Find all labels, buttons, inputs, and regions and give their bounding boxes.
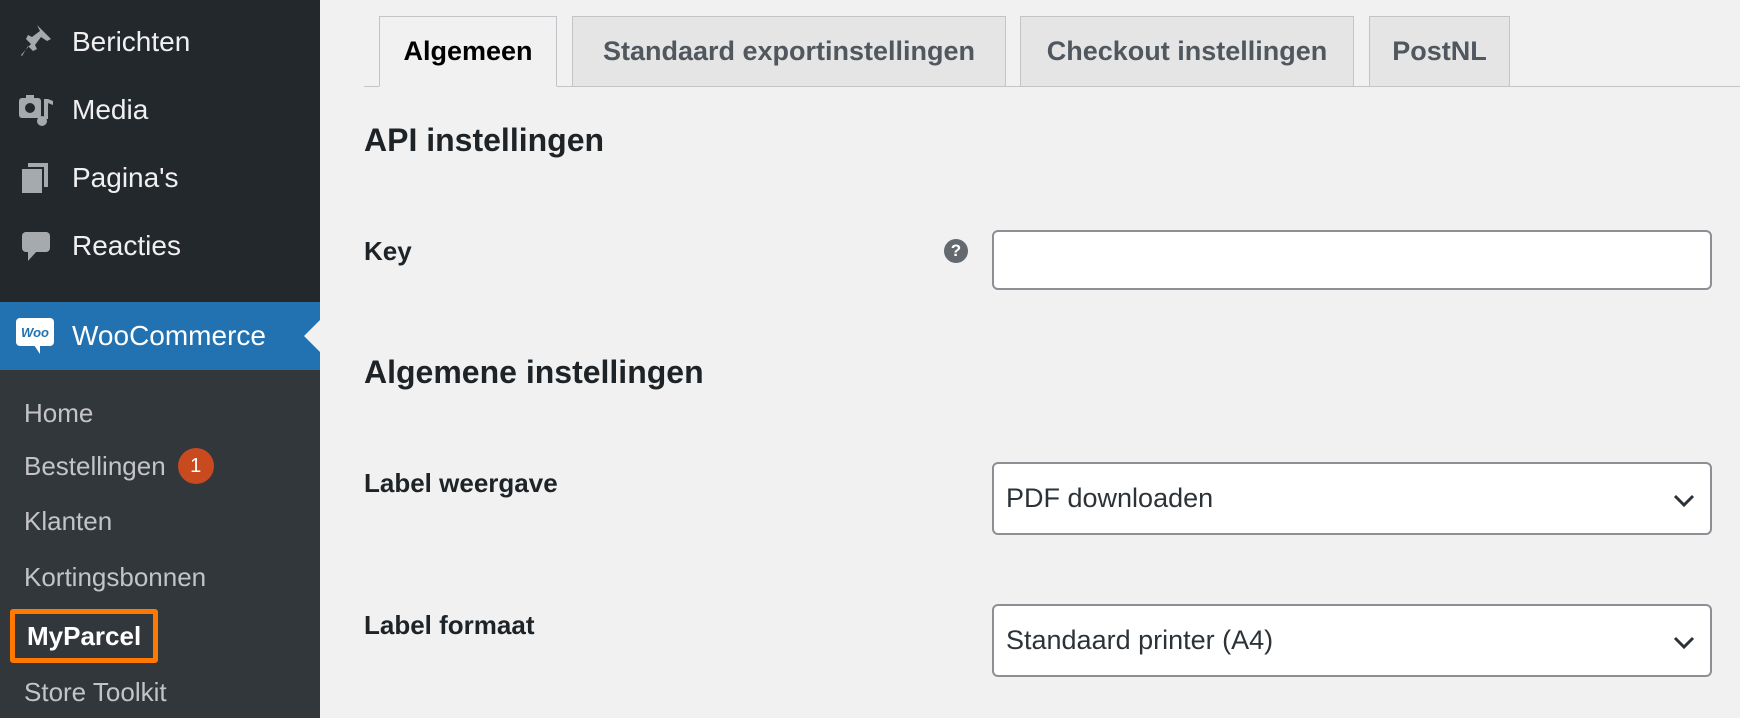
help-icon[interactable]: ?: [944, 239, 968, 263]
menu-item-label: Reacties: [72, 230, 181, 261]
menu-item-label: Pagina's: [72, 162, 179, 193]
submenu-item-label: Klanten: [24, 505, 113, 536]
menu-item-pages[interactable]: Pagina's: [0, 144, 320, 212]
submenu-item-label: Store Toolkit: [24, 676, 167, 707]
menu-item-posts[interactable]: Berichten: [0, 8, 320, 76]
pages-icon: [18, 160, 54, 196]
media-icon: [18, 92, 54, 128]
woocommerce-icon: Woo: [16, 318, 54, 354]
svg-text:Woo: Woo: [21, 325, 49, 340]
submenu-item-label: MyParcel: [27, 620, 142, 651]
key-label: Key: [364, 236, 412, 266]
tab-general[interactable]: Algemeen: [379, 16, 557, 87]
api-settings-heading: API instellingen: [364, 122, 605, 158]
tab-export-settings[interactable]: Standaard exportinstellingen: [572, 16, 1006, 87]
orders-count-badge: 1: [177, 448, 214, 484]
submenu-item-coupons[interactable]: Kortingsbonnen: [24, 557, 206, 597]
menu-item-label: Berichten: [72, 26, 191, 57]
tab-label: PostNL: [1392, 36, 1487, 66]
label-display-label: Label weergave: [364, 468, 558, 498]
submenu-item-label: Home: [24, 397, 94, 428]
main-content: Algemeen Standaard exportinstellingen Ch…: [320, 0, 1740, 718]
chevron-down-icon: [1673, 636, 1695, 650]
woocommerce-submenu: Home Bestellingen 1 Klanten Kortingsbonn…: [0, 370, 320, 718]
current-menu-arrow: [304, 320, 320, 352]
tab-checkout-settings[interactable]: Checkout instellingen: [1020, 16, 1354, 87]
submenu-item-label: Bestellingen: [24, 450, 166, 481]
comments-icon: [18, 228, 54, 264]
menu-item-label: Media: [72, 94, 149, 125]
general-settings-heading: Algemene instellingen: [364, 354, 704, 390]
select-value: Standaard printer (A4): [1006, 625, 1274, 655]
label-format-label: Label formaat: [364, 610, 535, 640]
admin-sidebar: Berichten Media Pagina's Reacties Woo Wo…: [0, 0, 320, 718]
menu-item-label: WooCommerce: [72, 320, 266, 351]
chevron-down-icon: [1673, 494, 1695, 508]
submenu-item-orders[interactable]: Bestellingen 1: [24, 446, 214, 486]
select-value: PDF downloaden: [1006, 483, 1214, 513]
submenu-item-store-toolkit[interactable]: Store Toolkit: [24, 672, 167, 712]
pin-icon: [18, 24, 54, 60]
label-display-select[interactable]: PDF downloaden: [992, 462, 1712, 535]
tab-label: Checkout instellingen: [1046, 36, 1328, 66]
menu-item-woocommerce[interactable]: Woo WooCommerce: [0, 302, 320, 370]
submenu-item-customers[interactable]: Klanten: [24, 501, 112, 541]
label-format-select[interactable]: Standaard printer (A4): [992, 604, 1712, 677]
menu-item-media[interactable]: Media: [0, 76, 320, 144]
menu-item-comments[interactable]: Reacties: [0, 212, 320, 280]
submenu-item-home[interactable]: Home: [24, 393, 93, 433]
tab-label: Standaard exportinstellingen: [602, 36, 976, 66]
submenu-item-myparcel[interactable]: MyParcel: [10, 609, 159, 663]
submenu-item-label: Kortingsbonnen: [24, 561, 207, 592]
tab-postnl[interactable]: PostNL: [1369, 16, 1510, 87]
tab-label: Algemeen: [403, 36, 533, 66]
api-key-input[interactable]: [992, 230, 1712, 290]
